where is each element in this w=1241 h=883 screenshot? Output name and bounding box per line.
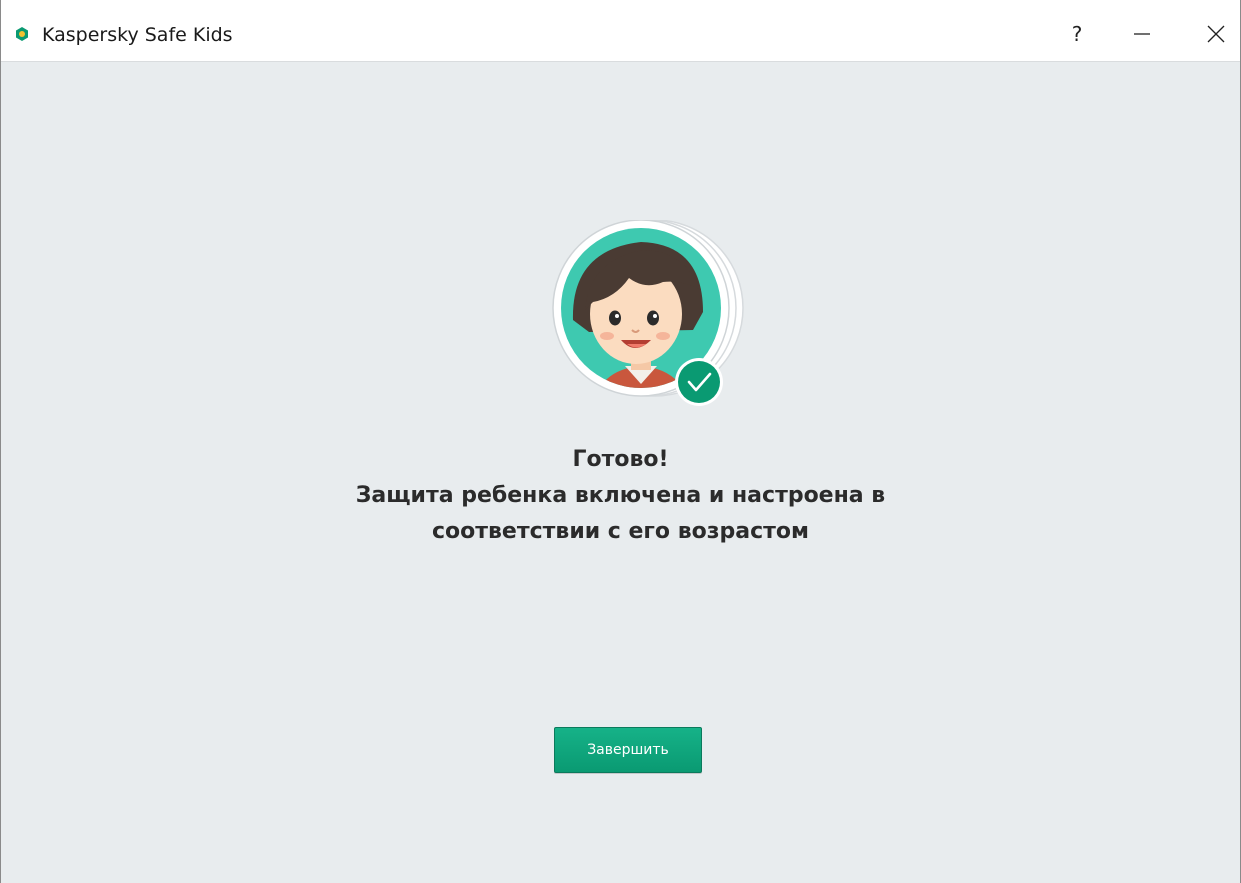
- avatar: [533, 219, 753, 420]
- finish-button[interactable]: Завершить: [554, 727, 702, 773]
- completion-message: Готово! Защита ребенка включена и настро…: [1, 442, 1240, 550]
- app-window: Kaspersky Safe Kids ? Готово! Защита реб…: [0, 0, 1241, 883]
- help-button[interactable]: ?: [1054, 14, 1100, 54]
- child-avatar-icon: [552, 219, 744, 406]
- help-icon: ?: [1071, 22, 1083, 46]
- window-title: Kaspersky Safe Kids: [42, 24, 233, 46]
- close-button[interactable]: [1193, 14, 1239, 54]
- main-content: Готово! Защита ребенка включена и настро…: [1, 62, 1240, 883]
- minimize-icon: [1134, 33, 1150, 35]
- kaspersky-logo-icon: [16, 27, 28, 41]
- minimize-button[interactable]: [1119, 14, 1165, 54]
- close-icon: [1207, 25, 1225, 43]
- heading-title: Готово!: [572, 447, 669, 472]
- title-bar[interactable]: Kaspersky Safe Kids ?: [1, 0, 1240, 62]
- heading-line-3: соответствии с его возрастом: [431, 519, 809, 544]
- heading-line-2: Защита ребенка включена и настроена в: [355, 483, 886, 508]
